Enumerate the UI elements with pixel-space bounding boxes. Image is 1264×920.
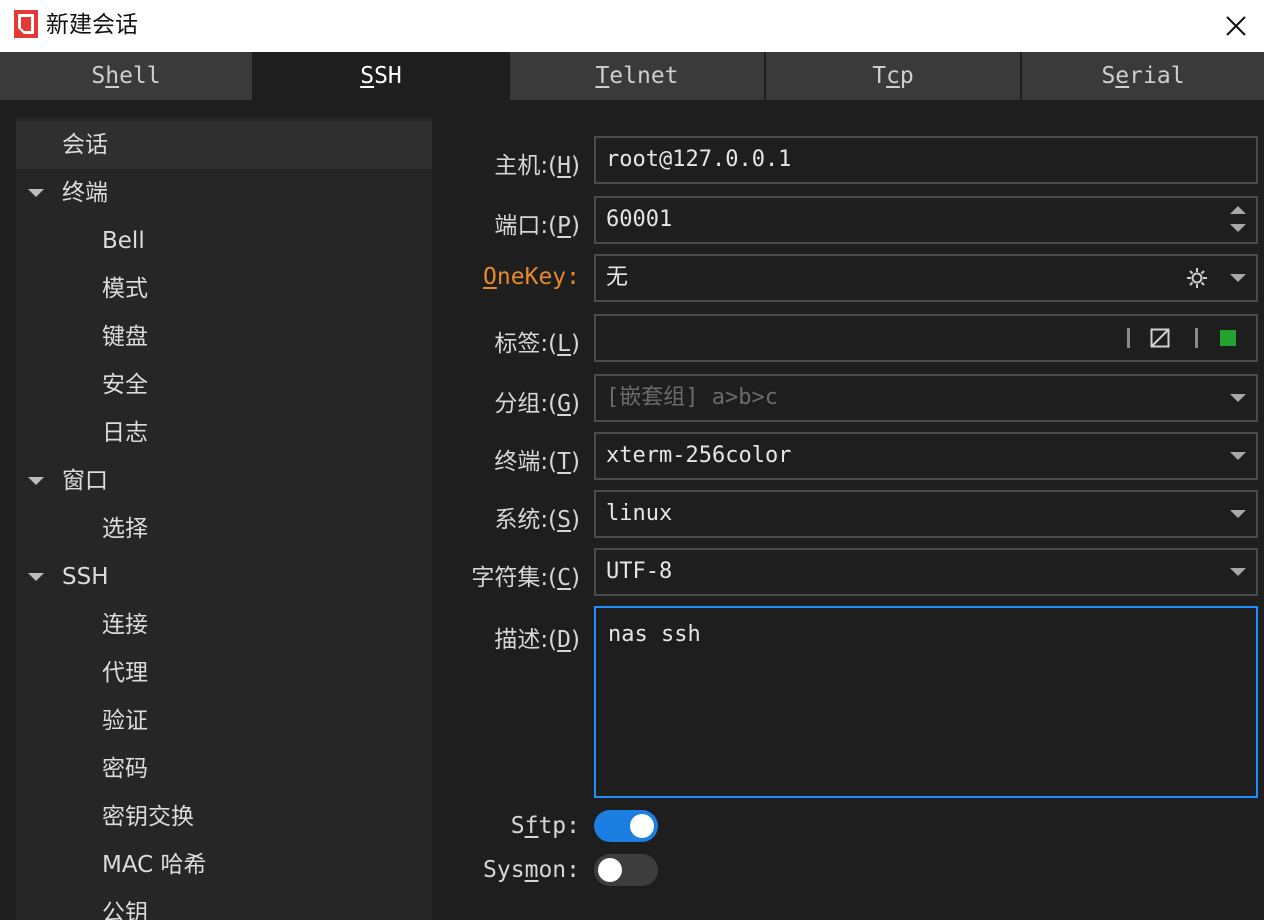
divider [1195, 328, 1198, 348]
sftp-label: Sftp: [510, 813, 580, 839]
tree-item-bell[interactable]: Bell [16, 217, 432, 265]
chevron-down-icon[interactable] [28, 477, 44, 485]
tree-item-keyboard[interactable]: 键盘 [16, 313, 432, 361]
terminal-value: xterm-256color [606, 443, 792, 468]
tree-item-connection[interactable]: 连接 [16, 601, 432, 649]
port-label: 端口:(P) [494, 213, 580, 239]
tree-item-window[interactable]: 窗口 [16, 457, 432, 505]
chevron-down-icon[interactable] [1230, 568, 1246, 576]
settings-tree: 会话 终端 Bell 模式 键盘 安全 日志 窗口 选择 SSH 连接 代理 验… [16, 118, 432, 920]
ssh-settings-form: 主机:(H) root@127.0.0.1 端口:(P) 60001 OneKe… [432, 118, 1264, 920]
system-label: 系统:(S) [494, 507, 580, 533]
tag-label: 标签:(L) [494, 331, 580, 357]
tree-item-terminal[interactable]: 终端 [16, 169, 432, 217]
session-type-tabs: Shell SSH Telnet Tcp Serial [0, 52, 1264, 100]
description-label: 描述:(D) [494, 627, 580, 653]
group-select[interactable]: [嵌套组] a>b>c [594, 374, 1258, 422]
terminal-type-select[interactable]: xterm-256color [594, 432, 1258, 480]
chevron-down-icon[interactable] [28, 189, 44, 197]
port-value: 60001 [606, 207, 673, 232]
title-bar: 新建会话 [0, 0, 1264, 52]
onekey-label: OneKey: [483, 264, 580, 290]
tab-ssh[interactable]: SSH [254, 52, 510, 100]
terminal-label: 终端:(T) [494, 449, 580, 475]
charset-value: UTF-8 [606, 559, 673, 584]
tab-tcp[interactable]: Tcp [766, 52, 1022, 100]
tree-item-ssh[interactable]: SSH [16, 553, 432, 601]
app-logo-icon [14, 10, 38, 38]
system-select[interactable]: linux [594, 490, 1258, 538]
onekey-select[interactable]: 无 [594, 254, 1258, 302]
port-spinbox[interactable]: 60001 [594, 196, 1258, 244]
tree-item-auth[interactable]: 验证 [16, 697, 432, 745]
host-label: 主机:(H) [494, 153, 580, 179]
sysmon-toggle[interactable] [594, 854, 658, 886]
host-input[interactable]: root@127.0.0.1 [594, 136, 1258, 184]
sysmon-label: Sysmon: [483, 857, 580, 883]
chevron-down-icon[interactable] [1230, 452, 1246, 460]
tree-item-proxy[interactable]: 代理 [16, 649, 432, 697]
chevron-down-icon[interactable] [1230, 510, 1246, 518]
tree-item-security[interactable]: 安全 [16, 361, 432, 409]
tab-telnet[interactable]: Telnet [510, 52, 766, 100]
system-value: linux [606, 501, 673, 526]
chevron-down-icon[interactable] [1230, 274, 1246, 282]
chevron-down-icon[interactable] [1230, 394, 1246, 402]
toggle-knob [598, 858, 622, 882]
chevron-down-icon[interactable] [28, 573, 44, 581]
tree-item-selection[interactable]: 选择 [16, 505, 432, 553]
color-swatch[interactable] [1220, 330, 1236, 346]
tree-item-kex[interactable]: 密钥交换 [16, 793, 432, 841]
onekey-value: 无 [606, 265, 629, 290]
gear-icon[interactable] [1186, 267, 1208, 289]
group-placeholder: [嵌套组] a>b>c [606, 385, 778, 410]
tree-item-cipher[interactable]: 密码 [16, 745, 432, 793]
toggle-knob [630, 814, 654, 838]
sftp-toggle[interactable] [594, 810, 658, 842]
tab-shell[interactable]: Shell [0, 52, 254, 100]
description-textarea[interactable]: nas ssh [594, 606, 1258, 798]
tag-input[interactable] [594, 314, 1258, 362]
tree-item-mode[interactable]: 模式 [16, 265, 432, 313]
tree-item-session[interactable]: 会话 [16, 121, 432, 169]
charset-select[interactable]: UTF-8 [594, 548, 1258, 596]
spin-down-icon[interactable] [1230, 224, 1246, 232]
spin-up-icon[interactable] [1230, 206, 1246, 214]
tree-item-log[interactable]: 日志 [16, 409, 432, 457]
tree-item-public-key[interactable]: 公钥 [16, 889, 432, 920]
window-title: 新建会话 [46, 12, 138, 38]
divider [1127, 328, 1130, 348]
clear-color-icon[interactable] [1150, 328, 1170, 348]
close-icon[interactable] [1216, 6, 1256, 46]
tree-item-mac[interactable]: MAC 哈希 [16, 841, 432, 889]
charset-label: 字符集:(C) [471, 565, 580, 591]
group-label: 分组:(G) [494, 391, 580, 417]
tab-serial[interactable]: Serial [1022, 52, 1264, 100]
